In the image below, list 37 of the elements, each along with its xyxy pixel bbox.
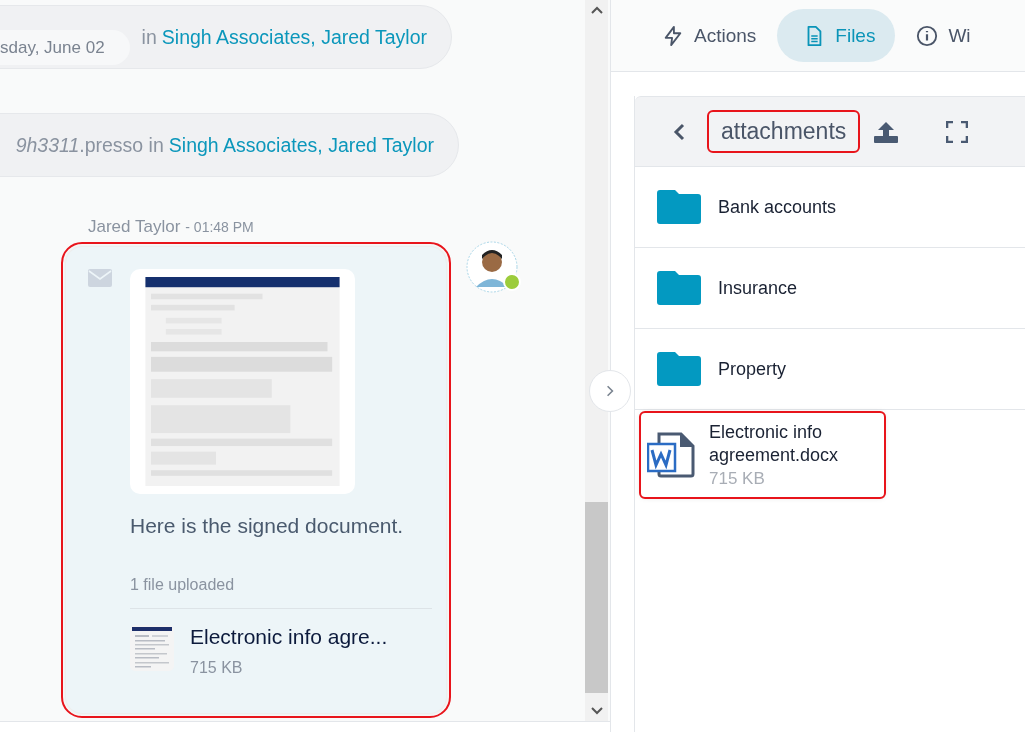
author-name: Jared Taylor — [88, 217, 181, 237]
folder-item[interactable]: Insurance — [657, 271, 798, 305]
file-name: Electronic info agreement.docx — [709, 421, 840, 467]
folder-item[interactable]: Bank accounts — [657, 190, 837, 224]
folder-icon — [657, 190, 701, 224]
folder-name: Bank accounts — [718, 196, 837, 218]
file-item[interactable]: Electronic info agreement.docx 715 KB — [641, 413, 884, 497]
back-chevron-icon[interactable] — [673, 122, 685, 141]
scrollbar[interactable] — [585, 0, 608, 721]
envelope-icon — [88, 269, 112, 287]
upload-note: 1 file uploaded — [130, 576, 432, 609]
folder-icon — [657, 352, 701, 386]
folder-icon — [657, 271, 701, 305]
fullscreen-icon[interactable] — [946, 120, 969, 143]
chevron-right-icon — [606, 385, 614, 397]
message-time: - 01:48 PM — [185, 219, 254, 235]
tab[interactable]: Wi — [903, 9, 984, 62]
word-document-icon — [647, 432, 695, 478]
info-icon — [916, 24, 939, 47]
person-silhouette-icon — [466, 241, 518, 293]
document-thumbnail-icon[interactable] — [130, 625, 174, 671]
scrollbar-thumb[interactable] — [585, 502, 608, 693]
user-avatar[interactable] — [466, 241, 518, 293]
lightning-icon — [662, 24, 684, 47]
tab[interactable]: Actions — [649, 9, 770, 62]
folder-item[interactable]: Property — [657, 352, 787, 386]
folder-name: Property — [718, 358, 787, 380]
message-text: Here is the signed document. — [130, 514, 405, 538]
upload-icon[interactable] — [874, 120, 899, 143]
event-text: 9h3311.presso in — [15, 133, 164, 157]
folder-name: Insurance — [718, 277, 798, 299]
file-size: 715 KB — [709, 469, 766, 489]
event-text: in — [141, 25, 157, 49]
attachment-size: 715 KB — [190, 659, 244, 677]
date-label: sday, June 02 — [0, 30, 130, 65]
folder-title: attachments — [709, 112, 859, 151]
attachment-name[interactable]: Electronic info agre... — [190, 625, 388, 649]
